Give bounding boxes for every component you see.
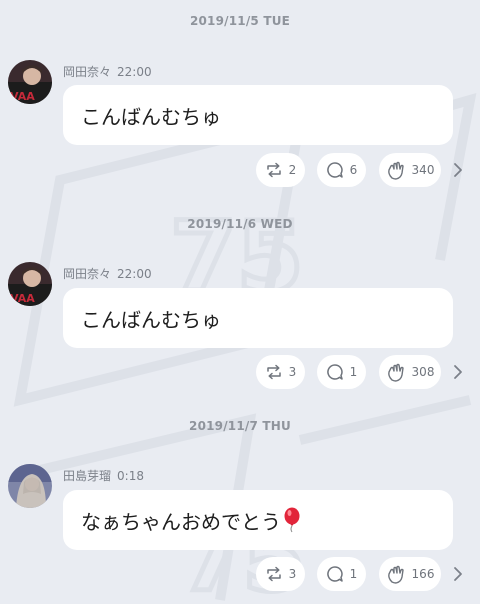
- post-time: 22:00: [117, 267, 152, 281]
- comment-button[interactable]: 6: [317, 153, 366, 187]
- comment-count: 1: [349, 567, 358, 581]
- repost-button[interactable]: 2: [256, 153, 305, 187]
- comment-icon: [326, 162, 343, 178]
- repost-button[interactable]: 3: [256, 557, 305, 591]
- avatar-photo-okada: VAA: [8, 60, 52, 104]
- svg-text:VAA: VAA: [10, 292, 35, 305]
- comment-icon: [326, 566, 343, 582]
- repost-button[interactable]: 3: [256, 355, 305, 389]
- repost-icon: [266, 364, 281, 380]
- avatar-photo-tajima: [8, 464, 52, 508]
- clap-count: 166: [411, 567, 435, 581]
- date-separator: 2019/11/5 TUE: [189, 14, 291, 28]
- comment-button[interactable]: 1: [317, 557, 366, 591]
- author-line: 岡田奈々 22:00: [63, 265, 152, 282]
- author-name: 岡田奈々: [63, 65, 112, 79]
- svg-text:VAA: VAA: [10, 90, 35, 103]
- author-line: 田島芽瑠 0:18: [63, 467, 144, 484]
- comment-count: 6: [349, 163, 358, 177]
- date-separator: 2019/11/6 WED: [187, 217, 293, 231]
- clap-count: 340: [411, 163, 435, 177]
- avatar-photo-okada: VAA: [8, 262, 52, 306]
- chevron-right-icon[interactable]: [452, 364, 464, 380]
- message-text: なぁちゃんおめでとう: [81, 509, 281, 534]
- balloon-icon: [284, 507, 300, 533]
- post-time: 0:18: [117, 469, 144, 483]
- chevron-right-icon[interactable]: [452, 566, 464, 582]
- author-avatar[interactable]: [8, 464, 52, 508]
- post-time: 22:00: [117, 65, 152, 79]
- repost-count: 3: [288, 567, 297, 581]
- author-name: 岡田奈々: [63, 267, 112, 281]
- message-text: こんばんむちゅ: [81, 104, 221, 129]
- message-bubble[interactable]: こんばんむちゅ: [63, 288, 453, 348]
- comment-button[interactable]: 1: [317, 355, 366, 389]
- clap-button[interactable]: 340: [379, 153, 441, 187]
- clap-button[interactable]: 308: [379, 355, 441, 389]
- clap-icon: [387, 363, 404, 382]
- author-name: 田島芽瑠: [63, 469, 112, 483]
- author-line: 岡田奈々 22:00: [63, 63, 152, 80]
- comment-count: 1: [349, 365, 358, 379]
- clap-button[interactable]: 166: [379, 557, 441, 591]
- comment-icon: [326, 364, 343, 380]
- author-avatar[interactable]: VAA: [8, 60, 52, 104]
- repost-icon: [266, 566, 281, 582]
- message-bubble[interactable]: こんばんむちゅ: [63, 85, 453, 145]
- chevron-right-icon[interactable]: [452, 162, 464, 178]
- clap-count: 308: [411, 365, 435, 379]
- message-bubble[interactable]: なぁちゃんおめでとう: [63, 490, 453, 550]
- message-text: こんばんむちゅ: [81, 307, 221, 332]
- repost-count: 2: [288, 163, 297, 177]
- repost-count: 3: [288, 365, 297, 379]
- repost-icon: [266, 162, 281, 178]
- clap-icon: [387, 161, 404, 180]
- clap-icon: [387, 565, 404, 584]
- author-avatar[interactable]: VAA: [8, 262, 52, 306]
- date-separator: 2019/11/7 THU: [189, 419, 291, 433]
